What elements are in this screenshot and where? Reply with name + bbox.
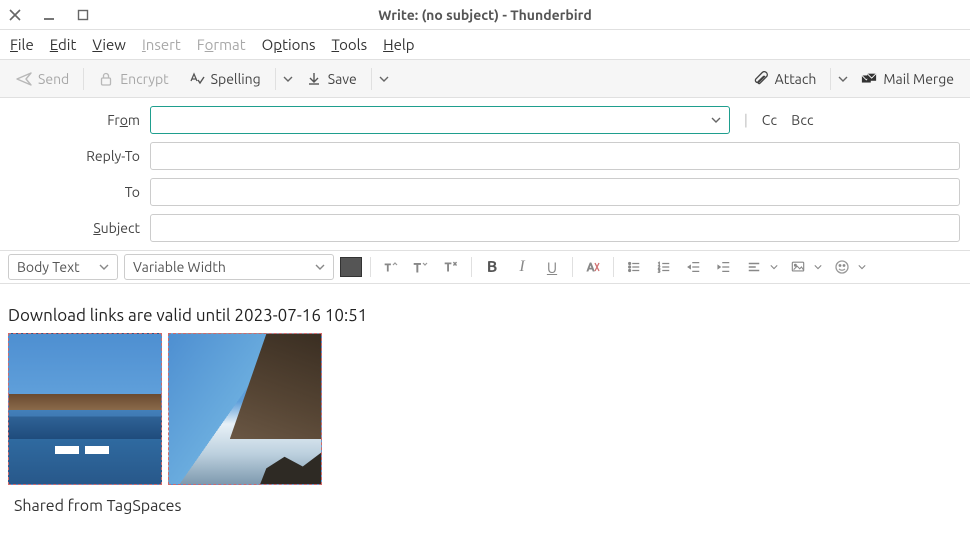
reply-to-label: Reply-To xyxy=(10,148,140,164)
toolbar-separator xyxy=(371,68,372,90)
separator xyxy=(613,257,614,277)
attachment-thumbnail[interactable] xyxy=(8,333,162,485)
expiry-text: Download links are valid until 2023-07-1… xyxy=(8,306,962,325)
attach-dropdown[interactable] xyxy=(837,73,849,85)
window-minimize-button[interactable] xyxy=(42,8,56,22)
image-thumbnails xyxy=(8,333,962,485)
subject-field[interactable] xyxy=(150,214,960,242)
insert-image-dropdown[interactable] xyxy=(812,261,824,273)
paragraph-style-select[interactable]: Body Text xyxy=(8,254,118,280)
bullet-list-button[interactable] xyxy=(622,255,646,279)
svg-text:T: T xyxy=(445,262,451,274)
svg-text:T: T xyxy=(414,262,421,275)
insert-image-button[interactable] xyxy=(786,255,810,279)
menu-file[interactable]: File xyxy=(10,36,34,53)
window-title: Write: (no subject) - Thunderbird xyxy=(0,7,970,23)
menu-help[interactable]: Help xyxy=(383,36,414,53)
attach-label: Attach xyxy=(775,71,817,87)
attachment-thumbnail[interactable] xyxy=(168,333,322,485)
underline-button[interactable]: U xyxy=(540,255,564,279)
menu-options[interactable]: Options xyxy=(262,36,316,53)
spelling-button[interactable]: Spelling xyxy=(181,67,269,91)
font-face-select[interactable]: Variable Width xyxy=(124,254,334,280)
send-label: Send xyxy=(38,71,69,87)
separator: | xyxy=(744,112,748,128)
spellcheck-icon xyxy=(189,71,205,87)
toolbar-separator xyxy=(83,68,84,90)
indent-button[interactable] xyxy=(712,255,736,279)
svg-text:×: × xyxy=(453,260,457,268)
paperclip-icon xyxy=(753,71,769,87)
emoji-dropdown[interactable] xyxy=(856,261,868,273)
mail-merge-icon xyxy=(861,71,877,87)
chevron-down-icon xyxy=(99,262,109,272)
window-maximize-button[interactable] xyxy=(76,8,90,22)
font-size-increase-button[interactable]: T xyxy=(409,255,433,279)
bold-button[interactable]: B xyxy=(480,255,504,279)
align-dropdown[interactable] xyxy=(768,261,780,273)
menu-view[interactable]: View xyxy=(92,36,126,53)
send-icon xyxy=(16,71,32,87)
svg-text:A: A xyxy=(587,262,595,274)
separator xyxy=(471,257,472,277)
save-label: Save xyxy=(328,71,357,87)
emoji-button[interactable] xyxy=(830,255,854,279)
outdent-button[interactable] xyxy=(682,255,706,279)
format-toolbar: Body Text Variable Width T T T× B I U A … xyxy=(0,250,970,284)
titlebar: Write: (no subject) - Thunderbird xyxy=(0,0,970,30)
mail-merge-button[interactable]: Mail Merge xyxy=(853,67,962,91)
paragraph-style-value: Body Text xyxy=(17,259,80,275)
italic-button[interactable]: I xyxy=(510,255,534,279)
svg-text:3: 3 xyxy=(658,268,661,273)
mail-merge-label: Mail Merge xyxy=(883,71,954,87)
font-face-value: Variable Width xyxy=(133,259,226,275)
lock-icon xyxy=(98,71,114,87)
attach-button[interactable]: Attach xyxy=(745,67,825,91)
compose-toolbar: Send Encrypt Spelling Save Attach xyxy=(0,60,970,98)
menu-edit[interactable]: Edit xyxy=(50,36,77,53)
spelling-label: Spelling xyxy=(211,71,261,87)
compose-headers: From | Cc Bcc Reply-To To Subject xyxy=(0,98,970,250)
subject-label: Subject xyxy=(10,220,140,236)
remove-formatting-button[interactable]: A xyxy=(581,255,605,279)
add-cc-button[interactable]: Cc xyxy=(762,112,777,128)
chevron-down-icon xyxy=(315,262,325,272)
separator xyxy=(370,257,371,277)
window-close-button[interactable] xyxy=(8,8,22,22)
save-dropdown[interactable] xyxy=(378,73,390,85)
save-button[interactable]: Save xyxy=(298,67,365,91)
menubar: File Edit View Insert Format Options Too… xyxy=(0,30,970,60)
from-label: From xyxy=(10,112,140,128)
to-field[interactable] xyxy=(150,178,960,206)
toolbar-separator xyxy=(830,68,831,90)
align-button[interactable] xyxy=(742,255,766,279)
font-size-decrease-button[interactable]: T xyxy=(379,255,403,279)
encrypt-label: Encrypt xyxy=(120,71,168,87)
from-select[interactable] xyxy=(150,106,730,134)
menu-format: Format xyxy=(197,36,246,53)
encrypt-button: Encrypt xyxy=(90,67,176,91)
reply-to-field[interactable] xyxy=(150,142,960,170)
to-label: To xyxy=(10,184,140,200)
add-bcc-button[interactable]: Bcc xyxy=(791,112,813,128)
save-icon xyxy=(306,71,322,87)
chevron-down-icon xyxy=(711,115,721,125)
svg-text:T: T xyxy=(385,262,391,273)
shared-from-text: Shared from TagSpaces xyxy=(8,497,962,515)
menu-tools[interactable]: Tools xyxy=(331,36,367,53)
separator xyxy=(572,257,573,277)
message-body[interactable]: Download links are valid until 2023-07-1… xyxy=(0,284,970,525)
numbered-list-button[interactable]: 123 xyxy=(652,255,676,279)
send-button: Send xyxy=(8,67,77,91)
font-size-reset-button[interactable]: T× xyxy=(439,255,463,279)
toolbar-separator xyxy=(275,68,276,90)
menu-insert: Insert xyxy=(142,36,181,53)
text-color-swatch[interactable] xyxy=(340,257,362,277)
spelling-dropdown[interactable] xyxy=(282,73,294,85)
